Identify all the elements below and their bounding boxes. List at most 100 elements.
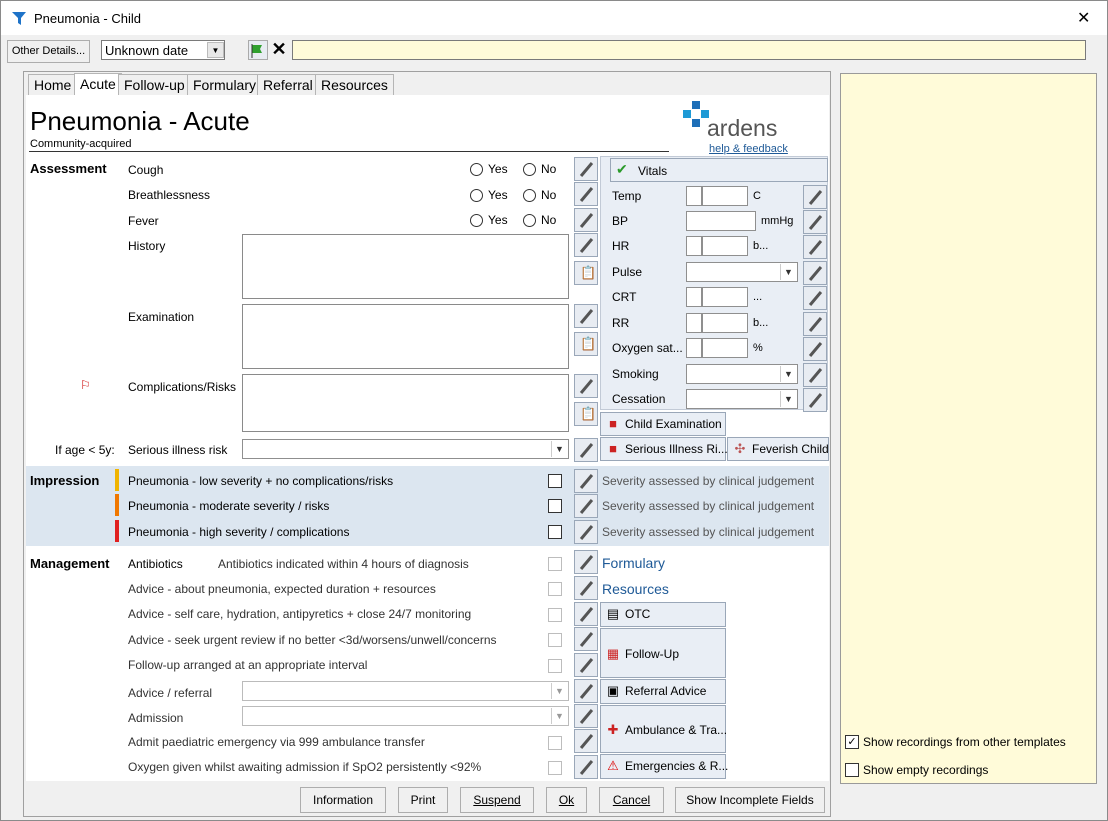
show-incomplete-button[interactable]: Show Incomplete Fields (675, 787, 825, 813)
impression-edit-icon[interactable] (574, 494, 598, 518)
advice-urgent-review-checkbox[interactable] (548, 633, 562, 647)
fever-yes-radio[interactable] (470, 214, 483, 227)
history-note-icon[interactable]: 📋 (574, 261, 598, 285)
admission-edit-icon[interactable] (574, 704, 598, 728)
advice-referral-edit-icon[interactable] (574, 679, 598, 703)
show-other-checkbox[interactable]: ✓ (845, 735, 859, 749)
breathless-yes-radio[interactable] (470, 189, 483, 202)
complications-textarea[interactable] (242, 374, 569, 432)
fever-edit-icon[interactable] (574, 208, 598, 232)
vitals-input[interactable] (702, 236, 748, 256)
advice-self-care-edit-icon[interactable] (574, 602, 598, 626)
free-text-input[interactable] (292, 40, 1086, 60)
impression-checkbox[interactable] (548, 499, 562, 513)
advice-self-care-checkbox[interactable] (548, 608, 562, 622)
other-details-button[interactable]: Other Details... (7, 40, 90, 63)
tab-resources[interactable]: Resources (315, 74, 394, 95)
information-button[interactable]: Information (300, 787, 386, 813)
vitals-input[interactable] (686, 211, 756, 231)
show-empty-checkbox[interactable] (845, 763, 859, 777)
chevron-down-icon[interactable]: ▼ (551, 683, 567, 699)
advice-pneumonia-checkbox[interactable] (548, 582, 562, 596)
help-feedback-link[interactable]: help & feedback (709, 143, 788, 155)
cancel-button[interactable]: Cancel (599, 787, 664, 813)
impression-checkbox[interactable] (548, 474, 562, 488)
vitals-input[interactable] (702, 186, 748, 206)
admission-select[interactable]: ▼ (242, 706, 569, 726)
feverish-child-button[interactable]: ✣ Feverish Child (727, 437, 829, 461)
clear-icon[interactable]: ✕ (269, 40, 289, 60)
chevron-down-icon[interactable]: ▼ (780, 264, 796, 280)
vitals-qualifier[interactable] (686, 338, 702, 358)
resources-link[interactable]: Resources (602, 581, 669, 597)
chevron-down-icon[interactable]: ▼ (780, 366, 796, 382)
vitals-edit-icon[interactable] (803, 286, 827, 310)
vitals-edit-icon[interactable] (803, 210, 827, 234)
vitals-qualifier[interactable] (686, 186, 702, 206)
impression-edit-icon[interactable] (574, 469, 598, 493)
tab-referral[interactable]: Referral (257, 74, 319, 95)
tab-home[interactable]: Home (28, 74, 78, 95)
vitals-edit-icon[interactable] (803, 388, 827, 412)
followup-edit-icon[interactable] (574, 653, 598, 677)
chevron-down-icon[interactable]: ▼ (207, 42, 224, 58)
oxygen-checkbox[interactable] (548, 761, 562, 775)
vitals-qualifier[interactable] (686, 287, 702, 307)
tab-follow-up[interactable]: Follow-up (118, 74, 191, 95)
antibiotics-checkbox[interactable] (548, 557, 562, 571)
chevron-down-icon[interactable]: ▼ (551, 708, 567, 724)
antibiotics-edit-icon[interactable] (574, 550, 598, 574)
vitals-qualifier[interactable] (686, 313, 702, 333)
ambulance-button[interactable]: ✚ Ambulance & Tra... (600, 705, 727, 753)
serious-illness-select[interactable]: ▼ (242, 439, 569, 459)
examination-note-icon[interactable]: 📋 (574, 332, 598, 356)
vitals-qualifier[interactable] (686, 236, 702, 256)
otc-button[interactable]: ▤ OTC (600, 602, 726, 627)
vitals-input[interactable] (702, 287, 748, 307)
vitals-edit-icon[interactable] (803, 312, 827, 336)
followup-checkbox[interactable] (548, 659, 562, 673)
child-examination-button[interactable]: ■ Child Examination (600, 412, 726, 436)
emergencies-button[interactable]: ⚠ Emergencies & R... (600, 754, 728, 779)
vitals-input[interactable] (702, 338, 748, 358)
vitals-select[interactable]: ▼ (686, 364, 798, 384)
date-select[interactable]: Unknown date ▼ (101, 40, 225, 60)
cough-yes-radio[interactable] (470, 163, 483, 176)
chevron-down-icon[interactable]: ▼ (551, 441, 567, 457)
chevron-down-icon[interactable]: ▼ (780, 391, 796, 407)
ok-button[interactable]: Ok (546, 787, 587, 813)
breathless-no-radio[interactable] (523, 189, 536, 202)
complications-edit-icon[interactable] (574, 374, 598, 398)
cough-no-radio[interactable] (523, 163, 536, 176)
history-edit-icon[interactable] (574, 233, 598, 257)
breathless-edit-icon[interactable] (574, 182, 598, 206)
vitals-edit-icon[interactable] (803, 363, 827, 387)
referral-advice-button[interactable]: ▣ Referral Advice (600, 679, 726, 704)
advice-pneumonia-edit-icon[interactable] (574, 576, 598, 600)
vitals-edit-icon[interactable] (803, 235, 827, 259)
examination-edit-icon[interactable] (574, 304, 598, 328)
flag-edit-icon[interactable] (248, 40, 268, 60)
close-icon[interactable]: ✕ (1077, 8, 1090, 28)
history-textarea[interactable] (242, 234, 569, 299)
advice-referral-select[interactable]: ▼ (242, 681, 569, 701)
vitals-edit-icon[interactable] (803, 337, 827, 361)
impression-checkbox[interactable] (548, 525, 562, 539)
tab-acute[interactable]: Acute (74, 73, 122, 96)
admit-paediatric-checkbox[interactable] (548, 736, 562, 750)
complications-note-icon[interactable]: 📋 (574, 402, 598, 426)
vitals-select[interactable]: ▼ (686, 389, 798, 409)
vitals-edit-icon[interactable] (803, 185, 827, 209)
serious-illness-edit-icon[interactable] (574, 438, 598, 462)
fever-no-radio[interactable] (523, 214, 536, 227)
formulary-link[interactable]: Formulary (602, 555, 665, 571)
serious-illness-button[interactable]: ■ Serious Illness Ri... (600, 437, 728, 461)
vitals-button[interactable]: ✔ Vitals (610, 158, 828, 182)
oxygen-edit-icon[interactable] (574, 755, 598, 779)
vitals-select[interactable]: ▼ (686, 262, 798, 282)
tab-formulary[interactable]: Formulary (187, 74, 263, 95)
follow-up-button[interactable]: ▦ Follow-Up (600, 628, 726, 678)
advice-urgent-edit-icon[interactable] (574, 627, 598, 651)
examination-textarea[interactable] (242, 304, 569, 369)
print-button[interactable]: Print (398, 787, 448, 813)
